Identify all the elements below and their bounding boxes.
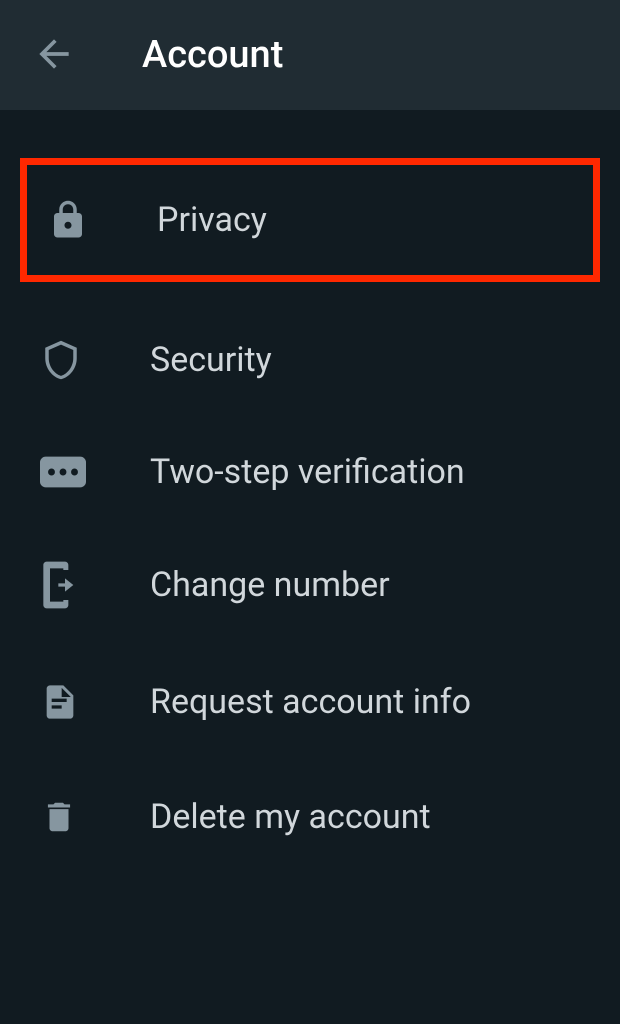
menu-item-label: Privacy bbox=[157, 200, 267, 240]
menu-item-label: Change number bbox=[150, 565, 390, 605]
header-bar: Account bbox=[0, 0, 620, 110]
menu-item-delete-account[interactable]: Delete my account bbox=[0, 760, 620, 874]
lock-icon bbox=[47, 199, 107, 241]
dots-icon bbox=[40, 456, 100, 488]
back-button[interactable] bbox=[24, 24, 84, 87]
menu-item-two-step[interactable]: Two-step verification bbox=[0, 418, 620, 526]
menu-list: Privacy Security Two-step verification bbox=[0, 110, 620, 874]
trash-icon bbox=[40, 794, 100, 840]
menu-item-change-number[interactable]: Change number bbox=[0, 526, 620, 644]
menu-item-privacy[interactable]: Privacy bbox=[20, 158, 600, 282]
page-title: Account bbox=[142, 33, 283, 77]
menu-item-security[interactable]: Security bbox=[0, 302, 620, 418]
shield-icon bbox=[40, 336, 100, 384]
menu-item-label: Security bbox=[150, 340, 272, 380]
menu-item-label: Two-step verification bbox=[150, 452, 465, 492]
back-arrow-icon bbox=[32, 32, 76, 79]
menu-item-request-info[interactable]: Request account info bbox=[0, 644, 620, 760]
phone-arrow-icon bbox=[40, 560, 100, 610]
menu-item-label: Delete my account bbox=[150, 797, 431, 837]
document-icon bbox=[40, 678, 100, 726]
menu-item-label: Request account info bbox=[150, 682, 471, 722]
